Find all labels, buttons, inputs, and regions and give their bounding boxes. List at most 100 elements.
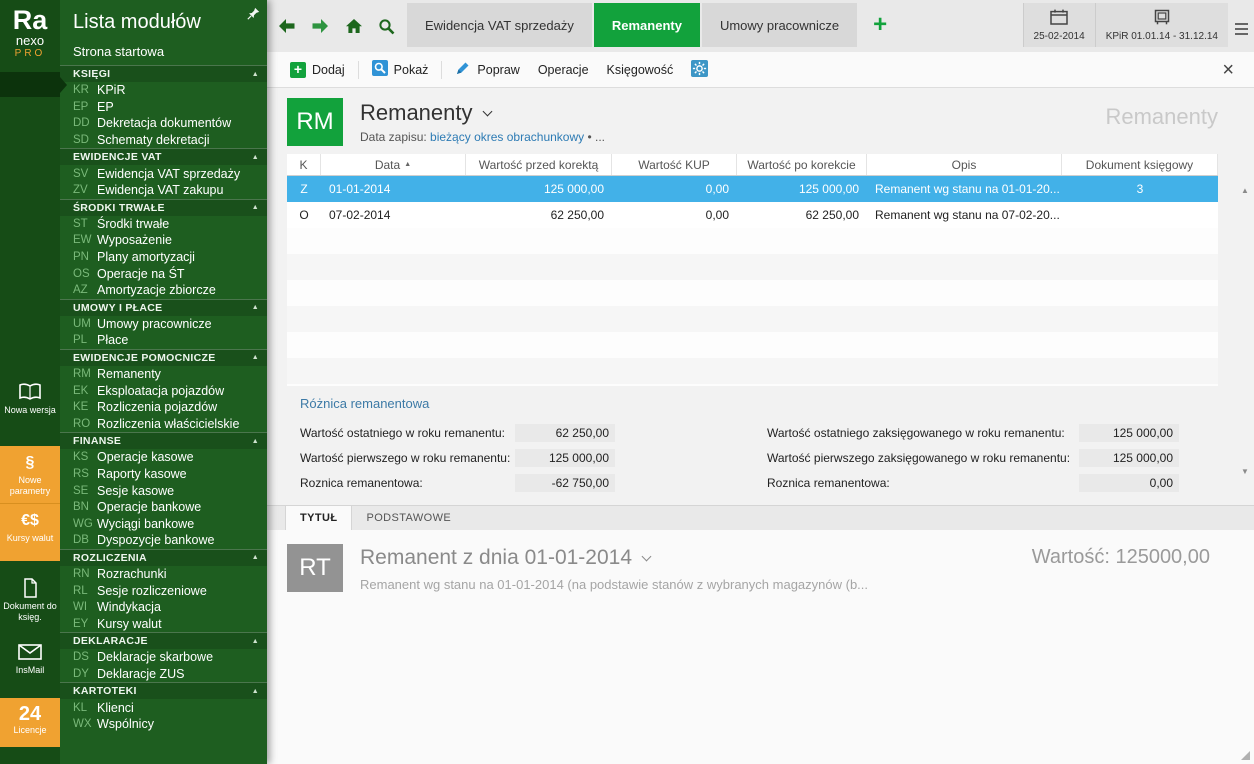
rail-item-dokument-do-ksieg[interactable]: Dokument do księg.: [0, 572, 60, 628]
detail-title[interactable]: Remanent z dnia 01-01-2014: [360, 546, 650, 570]
summary-value-field[interactable]: 125 000,00: [1079, 424, 1179, 442]
menu-icon[interactable]: [1228, 3, 1254, 52]
safe-icon: [1154, 9, 1170, 28]
col-header-k[interactable]: K: [287, 154, 321, 175]
popraw-button[interactable]: Popraw: [446, 56, 528, 83]
summary-value-field[interactable]: 62 250,00: [515, 424, 615, 442]
sidebar-section-header[interactable]: KSIĘGI▲: [60, 65, 267, 82]
forward-icon[interactable]: [311, 18, 330, 34]
rail-item-nowe-parametry[interactable]: § Nowe parametry: [0, 446, 60, 503]
rail-item-insmail[interactable]: InsMail: [0, 636, 60, 688]
table-row[interactable]: O 07-02-2014 62 250,00 0,00 62 250,00 Re…: [287, 202, 1218, 228]
date-selector-button[interactable]: 25-02-2014: [1023, 3, 1095, 47]
operacje-button[interactable]: Operacje: [529, 59, 598, 81]
scroll-up-icon[interactable]: ▲: [1241, 186, 1249, 195]
sidebar-item-um[interactable]: UMUmowy pracownicze: [60, 316, 267, 333]
sidebar-item-ks[interactable]: KSOperacje kasowe: [60, 449, 267, 466]
table-row[interactable]: Z 01-01-2014 125 000,00 0,00 125 000,00 …: [287, 176, 1218, 202]
tab-ewidencja-vat-sprzedazy[interactable]: Ewidencja VAT sprzedaży: [407, 3, 592, 47]
settings-button[interactable]: [682, 56, 717, 84]
detail-tab-podstawowe[interactable]: PODSTAWOWE: [352, 506, 465, 530]
module-badge[interactable]: RM: [287, 98, 343, 146]
sidebar-item-kr[interactable]: KRKPiR: [60, 82, 267, 99]
pin-icon[interactable]: [247, 7, 260, 25]
sidebar-section-header[interactable]: EWIDENCJE VAT▲: [60, 148, 267, 165]
col-header-wartosc-przed[interactable]: Wartość przed korektą: [466, 154, 612, 175]
tab-remanenty[interactable]: Remanenty: [594, 3, 700, 47]
sidebar-item-ep[interactable]: EPEP: [60, 99, 267, 116]
sidebar-item-ew[interactable]: EWWyposażenie: [60, 232, 267, 249]
sidebar-item-rn[interactable]: RNRozrachunki: [60, 566, 267, 583]
sidebar-item-db[interactable]: DBDyspozycje bankowe: [60, 532, 267, 549]
sidebar-item-wi[interactable]: WIWindykacja: [60, 599, 267, 616]
period-selector-button[interactable]: KPiR 01.01.14 - 31.12.14: [1095, 3, 1228, 47]
sidebar-item-os[interactable]: OSOperacje na ŚT: [60, 265, 267, 282]
detail-tab-tytul[interactable]: TYTUŁ: [285, 506, 352, 530]
sidebar-item-dd[interactable]: DDDekretacja dokumentów: [60, 115, 267, 132]
col-header-opis[interactable]: Opis: [867, 154, 1062, 175]
sidebar-item-ro[interactable]: RORozliczenia właścicielskie: [60, 416, 267, 433]
close-icon[interactable]: ×: [1216, 60, 1240, 80]
sidebar-item-ds[interactable]: DSDeklaracje skarbowe: [60, 649, 267, 666]
col-header-dokument[interactable]: Dokument księgowy: [1062, 154, 1218, 175]
sidebar-item-sd[interactable]: SDSchematy dekretacji: [60, 132, 267, 149]
sidebar-item-ek[interactable]: EKEksploatacja pojazdów: [60, 382, 267, 399]
summary-value-field[interactable]: 125 000,00: [1079, 449, 1179, 467]
sidebar-item-rs[interactable]: RSRaporty kasowe: [60, 466, 267, 483]
dodaj-button[interactable]: + Dodaj: [281, 58, 354, 82]
module-label: Windykacja: [97, 600, 161, 614]
scroll-down-icon[interactable]: ▼: [1241, 467, 1249, 476]
rail-item-nowa-wersja[interactable]: Nowa wersja: [0, 376, 60, 428]
sidebar-section-header[interactable]: EWIDENCJE POMOCNICZE▲: [60, 349, 267, 366]
sidebar-item-pl[interactable]: PLPłace: [60, 332, 267, 349]
col-header-wartosc-kup[interactable]: Wartość KUP: [612, 154, 737, 175]
sidebar-section-header[interactable]: FINANSE▲: [60, 432, 267, 449]
page-title[interactable]: Remanenty: [360, 100, 605, 126]
rail-item-kursy-walut[interactable]: €$ Kursy walut: [0, 503, 60, 561]
sidebar-section-header[interactable]: DEKLARACJE▲: [60, 632, 267, 649]
ksiegowosc-button[interactable]: Księgowość: [598, 59, 683, 81]
sidebar-item-wx[interactable]: WXWspólnicy: [60, 716, 267, 733]
pokaz-button[interactable]: Pokaż: [363, 56, 438, 83]
sidebar-item-rm[interactable]: RMRemanenty: [60, 366, 267, 383]
sidebar-item-strona-startowa[interactable]: Strona startowa: [60, 41, 267, 65]
sidebar-item-az[interactable]: AZAmortyzacje zbiorcze: [60, 282, 267, 299]
sidebar-item-sv[interactable]: SVEwidencja VAT sprzedaży: [60, 165, 267, 182]
content-header-text: Remanenty Data zapisu: bieżący okres obr…: [360, 98, 605, 146]
ksiegowosc-label: Księgowość: [607, 63, 674, 77]
summary-value-field[interactable]: 0,00: [1079, 474, 1179, 492]
search-icon[interactable]: [378, 18, 395, 35]
sidebar-item-dy[interactable]: DYDeklaracje ZUS: [60, 666, 267, 683]
new-tab-button[interactable]: +: [857, 3, 903, 47]
sidebar-section-header[interactable]: KARTOTEKI▲: [60, 682, 267, 699]
col-header-data[interactable]: Data▲: [321, 154, 466, 175]
back-icon[interactable]: [277, 18, 296, 34]
sidebar-section-header[interactable]: ŚRODKI TRWAŁE▲: [60, 199, 267, 216]
module-label: Remanenty: [97, 367, 161, 381]
module-label: Wyciągi bankowe: [97, 517, 194, 531]
sidebar-item-ke[interactable]: KERozliczenia pojazdów: [60, 399, 267, 416]
app-logo[interactable]: Ra nexo PRO: [0, 0, 60, 59]
sidebar-section-header[interactable]: UMOWY I PŁACE▲: [60, 299, 267, 316]
rail-item-licencje[interactable]: 24 Licencje: [0, 698, 60, 747]
sidebar-item-bn[interactable]: BNOperacje bankowe: [60, 499, 267, 516]
summary-value-field[interactable]: -62 750,00: [515, 474, 615, 492]
sidebar-item-zv[interactable]: ZVEwidencja VAT zakupu: [60, 182, 267, 199]
period-link[interactable]: bieżący okres obrachunkowy: [430, 130, 584, 144]
resize-handle[interactable]: [1241, 751, 1250, 760]
sidebar-item-pn[interactable]: PNPlany amortyzacji: [60, 249, 267, 266]
vertical-scrollbar[interactable]: ▲ ▼: [1238, 186, 1252, 476]
sidebar-item-ey[interactable]: EYKursy walut: [60, 615, 267, 632]
summary-value-field[interactable]: 125 000,00: [515, 449, 615, 467]
rail-item-label: Dokument do księg.: [0, 601, 60, 623]
sidebar-item-st[interactable]: STŚrodki trwałe: [60, 216, 267, 233]
sidebar-item-se[interactable]: SESesje kasowe: [60, 482, 267, 499]
sidebar-item-wg[interactable]: WGWyciągi bankowe: [60, 515, 267, 532]
sidebar-item-rl[interactable]: RLSesje rozliczeniowe: [60, 582, 267, 599]
popraw-label: Popraw: [477, 63, 519, 77]
col-header-wartosc-po[interactable]: Wartość po korekcie: [737, 154, 867, 175]
home-icon[interactable]: [345, 18, 363, 34]
sidebar-section-header[interactable]: ROZLICZENIA▲: [60, 549, 267, 566]
sidebar-item-kl[interactable]: KLKlienci: [60, 699, 267, 716]
tab-umowy-pracownicze[interactable]: Umowy pracownicze: [702, 3, 857, 47]
